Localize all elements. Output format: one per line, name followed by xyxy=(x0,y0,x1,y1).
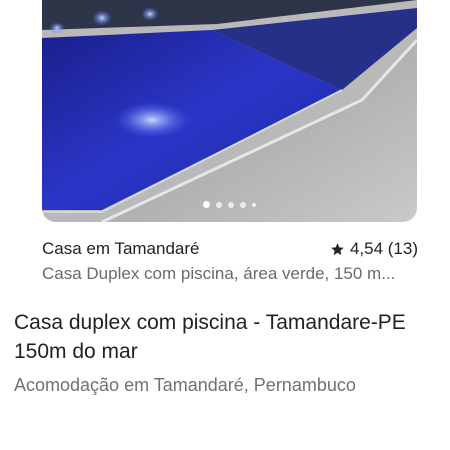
photo-dot[interactable] xyxy=(228,201,234,208)
photo-pagination[interactable] xyxy=(42,201,417,208)
photo-dot[interactable] xyxy=(203,201,210,208)
listing-title-row: Casa em Tamandaré 4,54 (13) xyxy=(42,238,418,260)
photo-dot[interactable] xyxy=(240,201,246,208)
photo-dot[interactable] xyxy=(216,201,222,208)
photo-dot[interactable] xyxy=(252,202,256,207)
page-title: Casa duplex com piscina - Tamandare-PE 1… xyxy=(14,311,406,363)
listing-rating: 4,54 (13) xyxy=(330,239,418,259)
rating-value: 4,54 (13) xyxy=(349,239,418,258)
listing-title: Casa em Tamandaré xyxy=(42,239,200,258)
listing-card[interactable]: Casa em Tamandaré 4,54 (13) Casa Duplex … xyxy=(0,0,450,296)
pool-photo-image xyxy=(42,0,417,222)
scroll-fade xyxy=(0,282,450,296)
listing-photo[interactable] xyxy=(42,0,417,222)
listing-subtitle: Casa Duplex com piscina, área verde, 150… xyxy=(42,264,396,283)
star-icon xyxy=(331,242,344,255)
location-text: Acomodação em Tamandaré, Pernambuco xyxy=(14,375,356,395)
